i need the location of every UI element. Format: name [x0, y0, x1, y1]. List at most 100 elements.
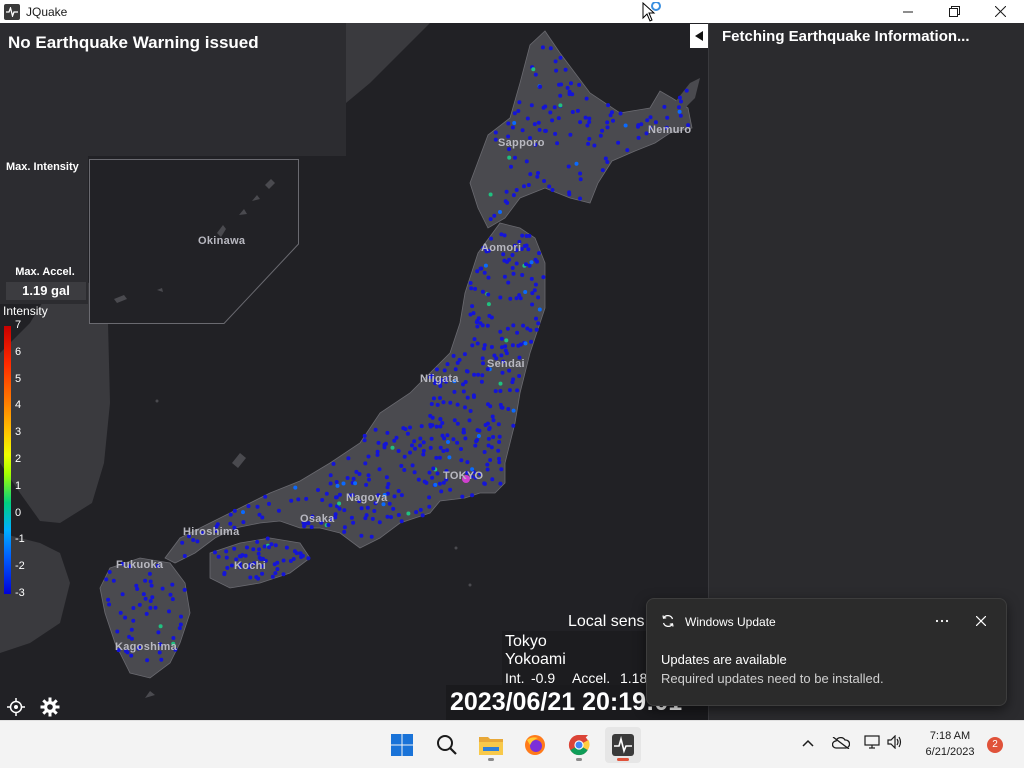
station-dot [502, 274, 507, 279]
clock-date[interactable]: 6/21/2023 [914, 746, 986, 758]
locate-button[interactable] [3, 694, 29, 720]
station-dot [537, 251, 541, 256]
station-dot [431, 466, 436, 471]
settings-button[interactable] [37, 694, 63, 720]
station-dot [150, 595, 155, 600]
toast-close-button[interactable] [970, 611, 992, 631]
running-indicator [576, 758, 582, 761]
station-dot [525, 116, 530, 121]
station-dot [427, 495, 432, 500]
station-dot [429, 436, 434, 441]
station-dot [480, 356, 485, 361]
station-dot [324, 491, 329, 496]
station-dot [440, 421, 445, 425]
station-dot [143, 596, 148, 601]
map-label-aomori: Aomori [481, 242, 522, 254]
start-button[interactable] [384, 727, 420, 763]
map-label-okinawa: Okinawa [198, 235, 246, 247]
map-label-tokyo: TOKYO [443, 470, 484, 482]
station-dot [345, 476, 350, 480]
station-dot [437, 455, 442, 460]
station-dot [383, 441, 388, 446]
station-dot [483, 263, 488, 268]
station-dot [421, 448, 426, 453]
station-dot [364, 482, 369, 487]
file-explorer-button[interactable] [473, 727, 509, 763]
scale-tick-label: 5 [15, 372, 22, 385]
more-dots-icon [935, 619, 949, 623]
speaker-icon [887, 734, 902, 750]
station-dot [237, 554, 242, 559]
station-dot [362, 433, 367, 438]
toast-more-button[interactable] [930, 611, 954, 631]
windows-logo-icon [391, 734, 413, 756]
network-button[interactable] [864, 735, 882, 752]
max-accel-label: Max. Accel. [15, 266, 75, 278]
station-dot [514, 261, 519, 266]
station-dot [492, 213, 497, 218]
station-dot [499, 353, 504, 358]
station-dot [178, 622, 183, 627]
station-dot [475, 324, 480, 329]
station-dot [566, 164, 571, 169]
station-dot [463, 380, 468, 384]
station-dot [485, 467, 490, 472]
network-icon [864, 735, 880, 749]
station-dot [475, 269, 480, 274]
station-dot [517, 293, 522, 298]
station-dot [510, 343, 515, 348]
station-dot [365, 505, 370, 510]
station-dot [418, 436, 423, 441]
station-dot [530, 302, 535, 307]
station-dot [430, 475, 435, 480]
station-dot [618, 111, 623, 116]
station-dot [391, 506, 396, 511]
earthquake-map[interactable]: No Earthquake Warning issued Max. Intens… [0, 23, 708, 720]
maximize-button[interactable] [931, 0, 977, 23]
station-dot [453, 367, 458, 372]
search-button[interactable] [429, 727, 465, 763]
station-dot [429, 402, 434, 406]
station-dot [129, 627, 134, 632]
map-label-kagoshima: Kagoshima [115, 641, 177, 653]
chrome-button[interactable] [561, 727, 597, 763]
station-dot [510, 266, 515, 270]
collapse-panel-button[interactable] [690, 24, 708, 48]
jquake-taskbar-button[interactable] [605, 727, 641, 763]
minimize-button[interactable] [885, 0, 931, 23]
station-dot [526, 183, 531, 187]
toast-body: Required updates need to be installed. [661, 671, 884, 686]
station-dot [416, 477, 421, 482]
station-dot [342, 529, 347, 534]
station-dot [531, 67, 536, 72]
station-dot [346, 456, 351, 461]
windows-update-toast[interactable]: Windows Update Updates are available Req… [646, 598, 1007, 706]
station-dot [482, 346, 487, 351]
station-dot [488, 217, 493, 222]
station-dot [536, 171, 540, 175]
station-dot [479, 379, 484, 384]
station-dot [413, 446, 417, 451]
station-dot [224, 549, 229, 554]
station-dot [536, 120, 541, 125]
show-hidden-icons-button[interactable] [802, 735, 814, 750]
station-dot [498, 295, 503, 300]
station-dot [558, 93, 563, 98]
station-dot [470, 343, 475, 348]
station-dot [490, 414, 495, 419]
clock-time[interactable]: 7:18 AM [920, 730, 980, 742]
station-dot [418, 443, 423, 448]
station-dot [462, 430, 466, 435]
station-dot [463, 436, 468, 441]
station-dot [527, 233, 532, 238]
station-dot [490, 477, 495, 482]
volume-button[interactable] [887, 734, 903, 752]
firefox-button[interactable] [517, 727, 553, 763]
onedrive-button[interactable] [831, 736, 851, 752]
close-window-button[interactable] [977, 0, 1023, 23]
station-dot [412, 439, 417, 444]
triangle-left-icon [695, 31, 703, 41]
station-dot [232, 546, 237, 551]
station-dot [578, 120, 583, 125]
notification-badge[interactable]: 2 [987, 737, 1003, 753]
